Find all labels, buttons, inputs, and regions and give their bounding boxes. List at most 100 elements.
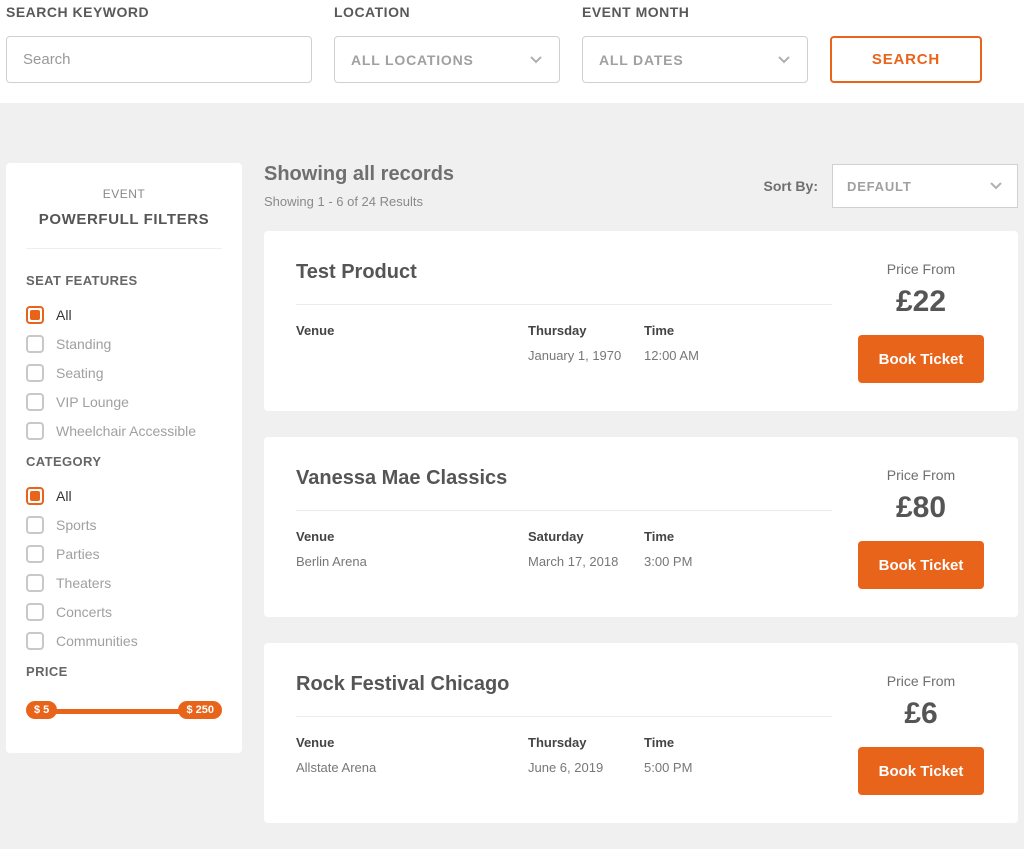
- event-meta: VenueBerlin ArenaSaturdayMarch 17, 2018T…: [296, 529, 832, 569]
- time-value: 5:00 PM: [644, 760, 832, 775]
- seat-feature-item[interactable]: All: [26, 306, 222, 324]
- chevron-down-icon: [777, 53, 791, 67]
- date-col: ThursdayJune 6, 2019: [528, 735, 644, 775]
- checkbox-icon: [26, 574, 44, 592]
- book-ticket-button[interactable]: Book Ticket: [858, 541, 984, 589]
- venue-header: Venue: [296, 529, 528, 544]
- event-list: Test ProductVenueThursdayJanuary 1, 1970…: [264, 231, 1018, 823]
- divider: [296, 510, 832, 511]
- category-item[interactable]: Communities: [26, 632, 222, 650]
- price-value: £6: [856, 697, 986, 731]
- sort-select[interactable]: DEFAULT: [832, 164, 1018, 208]
- event-card-main: Test ProductVenueThursdayJanuary 1, 1970…: [296, 261, 832, 383]
- category-label: Theaters: [56, 575, 111, 591]
- category-label: All: [56, 488, 72, 504]
- book-ticket-button[interactable]: Book Ticket: [858, 747, 984, 795]
- search-button[interactable]: SEARCH: [830, 36, 982, 83]
- slider-track: [48, 709, 200, 714]
- divider: [296, 716, 832, 717]
- results-section: Showing all records Showing 1 - 6 of 24 …: [264, 163, 1018, 849]
- time-header: Time: [644, 529, 832, 544]
- sort-value: DEFAULT: [847, 179, 912, 194]
- event-card-side: Price From£6Book Ticket: [856, 673, 986, 795]
- chevron-down-icon: [529, 53, 543, 67]
- event-card-side: Price From£80Book Ticket: [856, 467, 986, 589]
- location-group: LOCATION ALL LOCATIONS: [334, 4, 560, 83]
- event-title: Rock Festival Chicago: [296, 673, 832, 696]
- venue-col: Venue: [296, 323, 528, 363]
- checkbox-icon: [26, 393, 44, 411]
- event-month-group: EVENT MONTH ALL DATES: [582, 4, 808, 83]
- divider: [296, 304, 832, 305]
- date-value: March 17, 2018: [528, 554, 644, 569]
- venue-value: Berlin Arena: [296, 554, 528, 569]
- category-list: All Sports Parties Theaters Concerts Communit…: [26, 487, 222, 650]
- seat-feature-label: Seating: [56, 365, 103, 381]
- event-title: Vanessa Mae Classics: [296, 467, 832, 490]
- search-keyword-group: SEARCH KEYWORD: [6, 4, 312, 83]
- location-label: LOCATION: [334, 4, 560, 20]
- time-col: Time 12:00 AM: [644, 323, 832, 363]
- event-month-select[interactable]: ALL DATES: [582, 36, 808, 83]
- event-month-label: EVENT MONTH: [582, 4, 808, 20]
- time-col: Time 5:00 PM: [644, 735, 832, 775]
- category-item[interactable]: Theaters: [26, 574, 222, 592]
- seat-feature-label: All: [56, 307, 72, 323]
- date-value: June 6, 2019: [528, 760, 644, 775]
- price-min-handle[interactable]: $ 5: [26, 701, 57, 719]
- time-header: Time: [644, 735, 832, 750]
- category-item[interactable]: Parties: [26, 545, 222, 563]
- results-heading-group: Showing all records Showing 1 - 6 of 24 …: [264, 163, 454, 209]
- location-select[interactable]: ALL LOCATIONS: [334, 36, 560, 83]
- filters-sidebar: EVENT POWERFULL FILTERS SEAT FEATURES Al…: [6, 163, 242, 753]
- price-slider[interactable]: $ 5 $ 250: [26, 701, 222, 723]
- seat-feature-item[interactable]: Standing: [26, 335, 222, 353]
- seat-features-title: SEAT FEATURES: [26, 273, 222, 288]
- venue-header: Venue: [296, 735, 528, 750]
- search-input[interactable]: [6, 36, 312, 83]
- event-meta: VenueAllstate ArenaThursdayJune 6, 2019T…: [296, 735, 832, 775]
- event-card: Vanessa Mae ClassicsVenueBerlin ArenaSat…: [264, 437, 1018, 617]
- venue-col: Venue Berlin Arena: [296, 529, 528, 569]
- results-header: Showing all records Showing 1 - 6 of 24 …: [264, 163, 1018, 209]
- search-keyword-label: SEARCH KEYWORD: [6, 4, 312, 20]
- seat-feature-label: Standing: [56, 336, 111, 352]
- seat-feature-item[interactable]: VIP Lounge: [26, 393, 222, 411]
- seat-feature-item[interactable]: Seating: [26, 364, 222, 382]
- checkbox-icon: [26, 603, 44, 621]
- book-ticket-button[interactable]: Book Ticket: [858, 335, 984, 383]
- results-heading: Showing all records: [264, 163, 454, 186]
- day-value: Thursday: [528, 323, 644, 338]
- category-item[interactable]: Sports: [26, 516, 222, 534]
- time-col: Time 3:00 PM: [644, 529, 832, 569]
- date-col: ThursdayJanuary 1, 1970: [528, 323, 644, 363]
- checkbox-icon: [26, 422, 44, 440]
- category-title: CATEGORY: [26, 454, 222, 469]
- search-bar: SEARCH KEYWORD LOCATION ALL LOCATIONS EV…: [0, 0, 1024, 103]
- event-meta: VenueThursdayJanuary 1, 1970Time 12:00 AM: [296, 323, 832, 363]
- event-card: Rock Festival Chicago VenueAllstate Arena…: [264, 643, 1018, 823]
- sort-group: Sort By: DEFAULT: [764, 164, 1018, 208]
- seat-features-list: All Standing Seating VIP Lounge Wheelchair A…: [26, 306, 222, 440]
- event-card-main: Vanessa Mae ClassicsVenueBerlin ArenaSat…: [296, 467, 832, 589]
- checkbox-icon: [26, 632, 44, 650]
- checkbox-icon: [26, 364, 44, 382]
- seat-feature-item[interactable]: Wheelchair Accessible: [26, 422, 222, 440]
- time-value: 12:00 AM: [644, 348, 832, 363]
- price-title: PRICE: [26, 664, 222, 679]
- checkbox-icon: [26, 306, 44, 324]
- time-value: 3:00 PM: [644, 554, 832, 569]
- time-header: Time: [644, 323, 832, 338]
- sort-label: Sort By:: [764, 178, 818, 194]
- category-label: Parties: [56, 546, 100, 562]
- category-item[interactable]: Concerts: [26, 603, 222, 621]
- price-max-handle[interactable]: $ 250: [178, 701, 222, 719]
- checkbox-icon: [26, 545, 44, 563]
- event-card-main: Rock Festival Chicago VenueAllstate Arena…: [296, 673, 832, 795]
- checkbox-icon: [26, 516, 44, 534]
- category-item[interactable]: All: [26, 487, 222, 505]
- seat-feature-label: Wheelchair Accessible: [56, 423, 196, 439]
- category-label: Concerts: [56, 604, 112, 620]
- category-label: Sports: [56, 517, 96, 533]
- price-value: £80: [856, 491, 986, 525]
